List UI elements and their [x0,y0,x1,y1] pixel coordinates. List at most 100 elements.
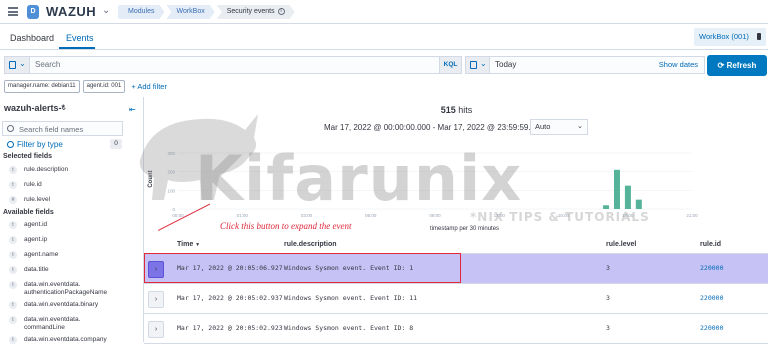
filter-pill-manager[interactable]: manager.name: debian11 [4,80,80,93]
field-type-icon: t [9,301,17,309]
tab-dashboard[interactable]: Dashboard [10,33,54,43]
space-avatar[interactable]: D [27,5,39,19]
show-dates-link[interactable]: Show dates [659,60,698,69]
field-type-icon: t [9,316,17,324]
field-name: rule.description [24,166,69,173]
chevron-down-icon[interactable]: ⌄ [60,102,68,113]
selected-fields-title: Selected fields [3,153,53,160]
interval-select[interactable]: Auto ⌄ [530,119,588,135]
tab-events[interactable]: Events [66,33,94,43]
field-name: agent.name [24,251,59,258]
field-type-icon: t [9,181,17,189]
expand-row-button[interactable]: › [148,291,164,308]
filter-bar: manager.name: debian11 agent.id: 001 + A… [4,80,167,93]
quick-date-button[interactable]: ⌄ [466,57,490,73]
breadcrumb-security-events: Security events i [217,5,295,19]
column-header-time-label: Time [177,241,194,248]
field-search-placeholder: Search field names [19,125,84,134]
hits-count: 515 [440,105,456,115]
field-sidebar: wazuh-alerts-* ⌄ ⇤ Search field names Fi… [0,97,141,344]
cell-rule-level: 3 [606,264,610,272]
tabs-bar: Dashboard Events [0,25,768,50]
breadcrumb-current-label: Security events [226,8,275,15]
breadcrumb-workbox[interactable]: WorkBox [166,5,214,19]
agent-selector-button[interactable]: WorkBox (001) [694,28,766,46]
filter-icon [7,141,14,148]
field-name: rule.level [24,196,51,203]
active-tab-indicator [59,47,95,49]
date-picker[interactable]: ⌄ Today Show dates [465,56,705,74]
interval-value: Auto [535,122,551,131]
field-type-icon: t [9,236,17,244]
menu-icon[interactable] [8,7,18,16]
pin-icon[interactable] [757,33,761,40]
field-name: agent.ip [24,236,48,243]
field-type-icon: # [9,196,17,204]
field-name: data.title [24,266,49,273]
breadcrumb: Modules WorkBox Security events i [118,5,297,19]
available-fields-title: Available fields [3,209,54,216]
highlight-box [144,253,461,283]
hits-label: hits [458,105,473,115]
date-range-value[interactable]: Today [495,60,516,69]
search-input[interactable]: Search [35,60,60,69]
column-header-rule-id[interactable]: rule.id [700,241,721,248]
column-header-rule-level[interactable]: rule.level [606,241,636,248]
saved-queries-button[interactable]: ⌄ [5,57,30,73]
field-name: rule.id [24,181,42,188]
cell-rule-id[interactable]: 220000 [700,324,723,332]
agent-selector-label: WorkBox (001) [699,32,749,41]
breadcrumb-modules[interactable]: Modules [118,5,164,19]
calendar-icon [470,61,477,69]
histogram-bar [603,205,610,209]
saved-query-icon [9,61,16,69]
cell-time: Mar 17, 2022 @ 20:05:02.937 [177,294,283,302]
table-row[interactable]: › Mar 17, 2022 @ 20:05:02.937 Windows Sy… [144,284,768,314]
add-filter-button[interactable]: + Add filter [131,82,167,91]
histogram-bar [635,199,642,209]
field-search-input[interactable]: Search field names [2,121,123,136]
expand-row-button[interactable]: › [148,321,164,338]
kql-toggle[interactable]: KQL [439,57,461,73]
cell-rule-description: Windows Sysmon event. Event ID: 8 [284,324,414,332]
column-header-time[interactable]: Time ▼ [177,241,200,248]
field-type-icon: t [9,336,17,344]
query-bar[interactable]: ⌄ Search KQL [4,56,462,74]
filter-by-type-label: Filter by type [17,140,63,149]
cell-rule-level: 3 [606,324,610,332]
cell-rule-id[interactable]: 220000 [700,264,723,272]
chevron-down-icon: ⌄ [577,123,583,130]
refresh-button[interactable]: ⟳ Refresh [707,55,767,76]
chevron-down-icon: ⌄ [480,59,487,68]
field-type-icon: t [9,251,17,259]
index-pattern-selector[interactable]: wazuh-alerts-* [4,103,65,113]
field-type-icon: t [9,281,17,289]
chevron-down-icon[interactable]: ⌄ [102,5,110,16]
top-nav-bar: D WAZUH ⌄ Modules WorkBox Security event… [0,0,768,24]
info-icon: i [278,8,285,15]
table-row[interactable]: › Mar 17, 2022 @ 20:05:02.923 Windows Sy… [144,314,768,344]
field-name: data.win.eventdata. commandLine [24,316,81,331]
histogram-bar [624,185,631,209]
field-name: data.win.eventdata.binary [24,301,99,308]
annotation-callout: Click this button to expand the event [220,221,352,231]
cell-rule-level: 3 [606,294,610,302]
field-name: agent.id [24,221,48,228]
filter-by-type-button[interactable]: Filter by type [7,140,63,149]
histogram-bar [613,169,620,209]
wazuh-logo[interactable]: WAZUH [46,4,96,19]
search-icon [7,125,14,132]
column-header-rule-description[interactable]: rule.description [284,241,337,248]
filter-pill-agent[interactable]: agent.id: 001 [82,80,126,93]
filter-count-badge: 0 [110,139,122,149]
refresh-label: Refresh [726,61,757,70]
field-type-icon: t [9,266,17,274]
watermark-subtext: *NIX TIPS & TUTORIALS [470,210,650,224]
cell-rule-id[interactable]: 220000 [700,294,723,302]
chart-bars [603,169,642,209]
watermark-text: Kifarunix [195,142,523,215]
field-name: data.win.eventdata.company [24,336,107,343]
cell-time: Mar 17, 2022 @ 20:05:02.923 [177,324,283,332]
field-type-icon: t [9,221,17,229]
x-tick-label: 21:00 [686,213,698,218]
